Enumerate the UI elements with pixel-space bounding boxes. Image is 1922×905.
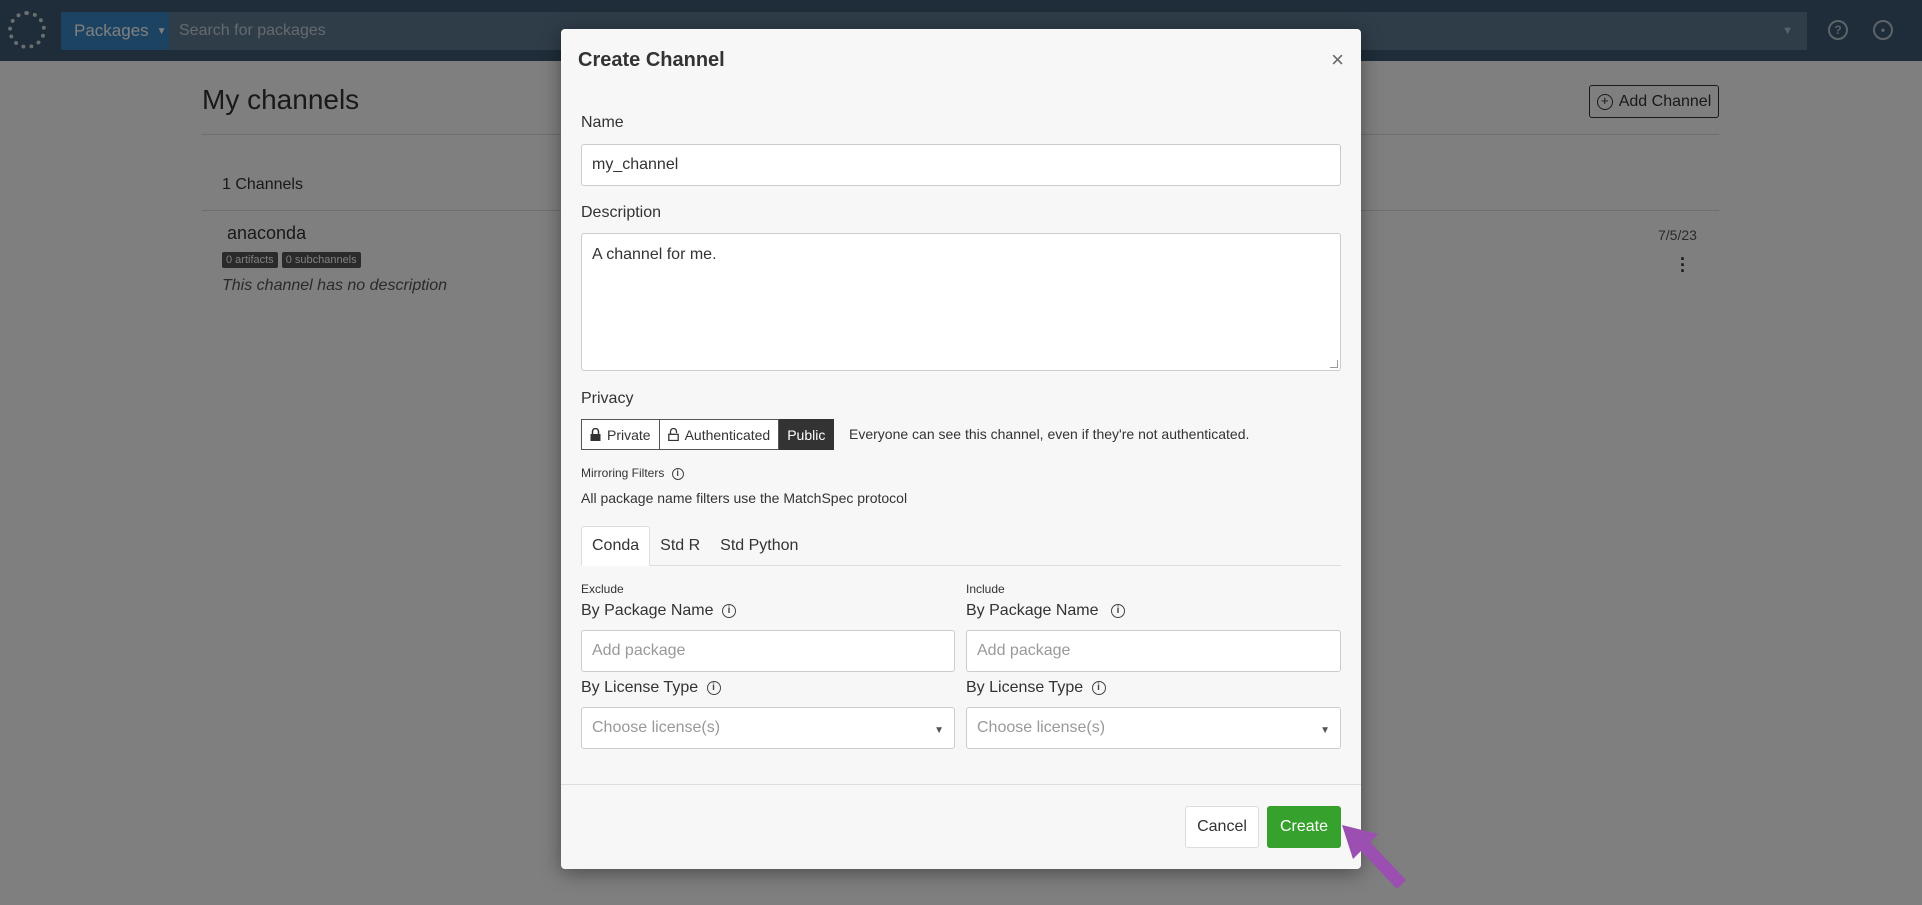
description-textarea[interactable]: A channel for me. bbox=[581, 233, 1341, 371]
mirroring-filters-text: Mirroring Filters bbox=[581, 466, 665, 480]
privacy-toggle-group: Private Authenticated Public bbox=[581, 419, 835, 450]
cancel-button[interactable]: Cancel bbox=[1185, 806, 1259, 848]
info-icon[interactable]: i bbox=[1091, 680, 1106, 695]
exclude-by-package-label: By Package Name i bbox=[581, 602, 736, 620]
name-value: my_channel bbox=[592, 156, 679, 173]
create-channel-modal: Create Channel × Name my_channel Descrip… bbox=[561, 29, 1361, 869]
include-by-package-text: By Package Name bbox=[966, 602, 1099, 619]
include-package-placeholder: Add package bbox=[977, 642, 1071, 659]
exclude-heading: Exclude bbox=[581, 582, 624, 596]
lock-icon bbox=[590, 428, 601, 441]
caret-down-icon: ▼ bbox=[1320, 725, 1330, 736]
info-icon[interactable]: i bbox=[1110, 603, 1125, 618]
exclude-by-license-text: By License Type bbox=[581, 679, 699, 696]
modal-footer-divider bbox=[561, 784, 1361, 785]
exclude-package-input[interactable]: Add package bbox=[581, 630, 955, 672]
exclude-license-select[interactable]: Choose license(s) ▼ bbox=[581, 707, 955, 749]
close-icon[interactable]: × bbox=[1331, 47, 1344, 73]
privacy-private-label: Private bbox=[607, 426, 651, 443]
privacy-authenticated-label: Authenticated bbox=[684, 426, 771, 443]
mirroring-note: All package name filters use the MatchSp… bbox=[581, 490, 908, 506]
include-license-placeholder: Choose license(s) bbox=[977, 719, 1106, 736]
filter-tabs: Conda Std R Std Python bbox=[581, 526, 1341, 566]
privacy-note: Everyone can see this channel, even if t… bbox=[849, 426, 1250, 442]
privacy-private-button[interactable]: Private bbox=[581, 419, 660, 450]
modal-title: Create Channel bbox=[578, 49, 725, 71]
info-icon[interactable]: i bbox=[721, 603, 736, 618]
name-input[interactable]: my_channel bbox=[581, 144, 1341, 186]
exclude-license-placeholder: Choose license(s) bbox=[592, 719, 721, 736]
name-label: Name bbox=[581, 114, 624, 131]
privacy-authenticated-button[interactable]: Authenticated bbox=[659, 419, 780, 450]
description-label: Description bbox=[581, 204, 662, 221]
privacy-label: Privacy bbox=[581, 390, 634, 407]
info-icon[interactable]: i bbox=[706, 680, 721, 695]
include-by-package-label: By Package Name i bbox=[966, 602, 1125, 620]
exclude-package-placeholder: Add package bbox=[592, 642, 686, 659]
exclude-by-license-label: By License Type i bbox=[581, 679, 721, 697]
unlock-icon bbox=[667, 428, 679, 441]
tab-conda[interactable]: Conda bbox=[581, 526, 651, 566]
resize-handle-icon[interactable] bbox=[1330, 360, 1338, 368]
info-icon[interactable]: i bbox=[671, 467, 684, 480]
include-heading: Include bbox=[966, 582, 1005, 596]
tab-std-r[interactable]: Std R bbox=[650, 526, 710, 566]
privacy-public-button[interactable]: Public bbox=[779, 419, 835, 450]
annotation-arrow-icon bbox=[1342, 825, 1406, 889]
include-by-license-text: By License Type bbox=[966, 679, 1084, 696]
tab-std-python[interactable]: Std Python bbox=[710, 526, 808, 566]
description-value: A channel for me. bbox=[592, 246, 717, 263]
privacy-public-label: Public bbox=[787, 426, 826, 443]
exclude-by-package-text: By Package Name bbox=[581, 602, 714, 619]
mirroring-filters-label: Mirroring Filters i bbox=[581, 466, 684, 480]
include-by-license-label: By License Type i bbox=[966, 679, 1106, 697]
caret-down-icon: ▼ bbox=[934, 725, 944, 736]
include-license-select[interactable]: Choose license(s) ▼ bbox=[966, 707, 1341, 749]
include-package-input[interactable]: Add package bbox=[966, 630, 1341, 672]
